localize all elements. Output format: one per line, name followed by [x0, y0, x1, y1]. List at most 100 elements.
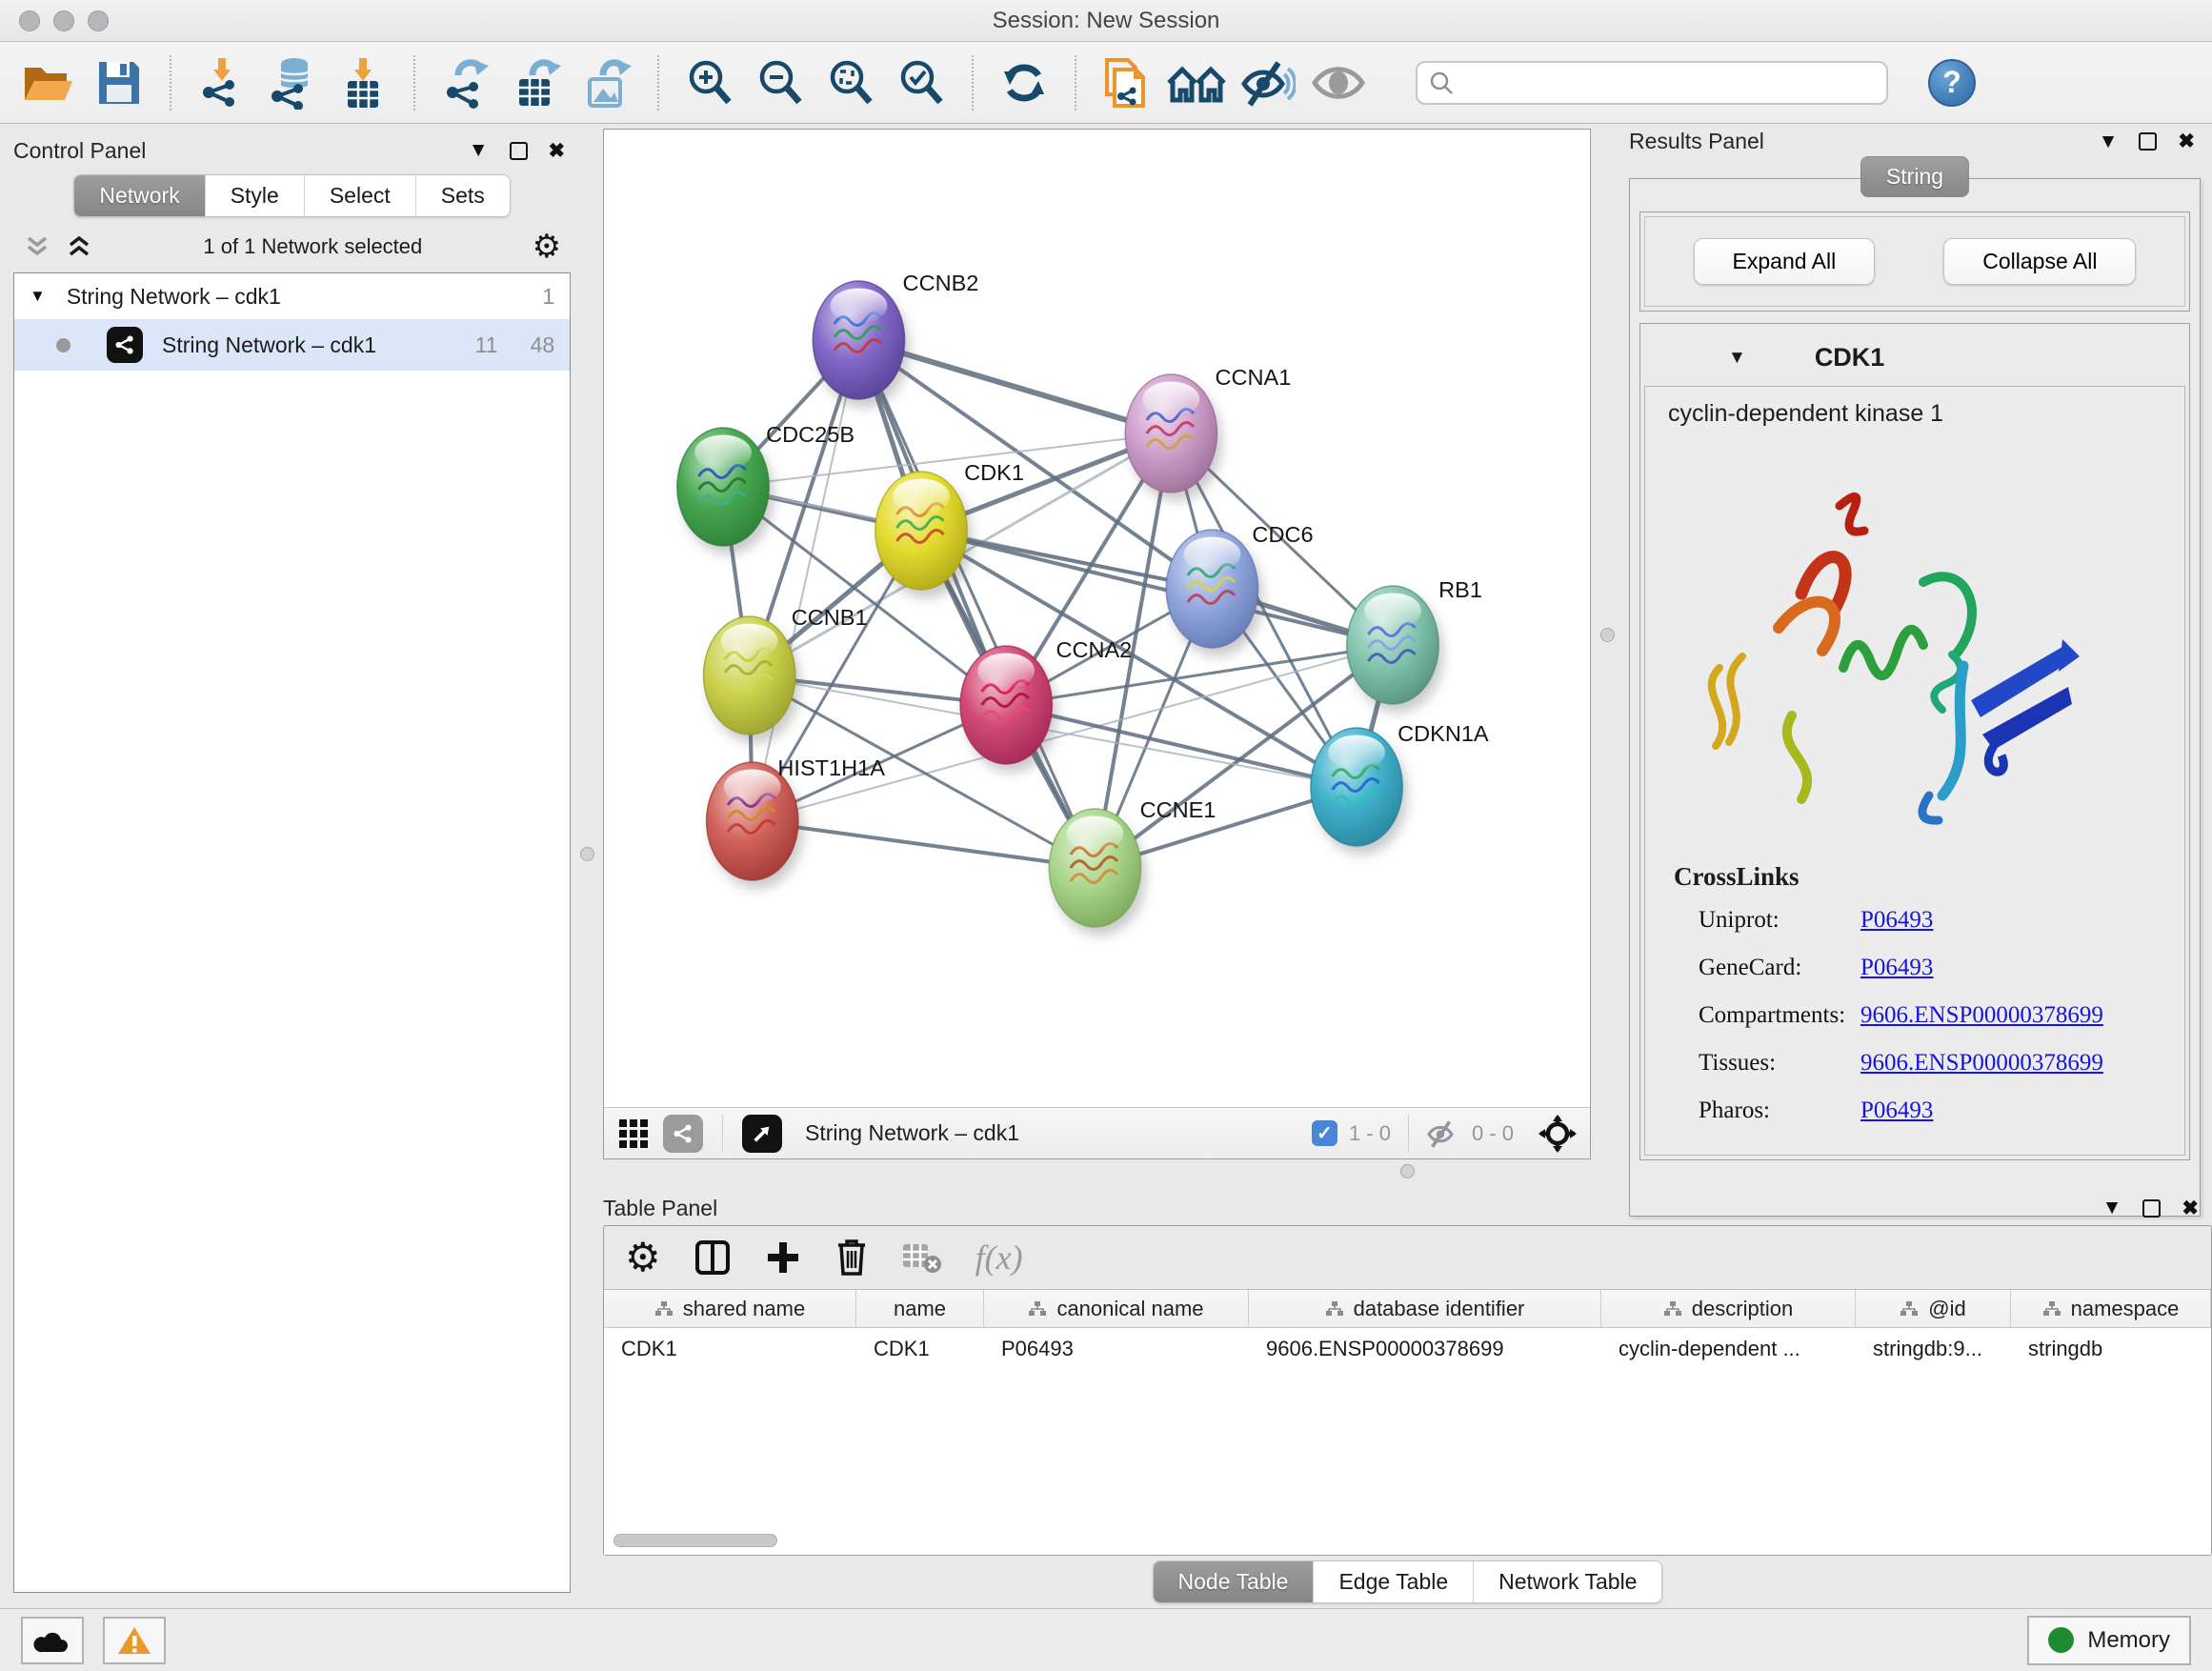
column-header-canonical-name[interactable]: canonical name — [984, 1290, 1249, 1327]
string-home-button[interactable] — [1166, 50, 1229, 115]
tab-network-table[interactable]: Network Table — [1474, 1561, 1661, 1602]
splitter-handle[interactable] — [1600, 628, 1615, 642]
selected-checkbox-icon[interactable]: ✓ — [1312, 1120, 1337, 1146]
import-network-database-button[interactable] — [261, 50, 324, 115]
column-header-shared-name[interactable]: shared name — [604, 1290, 856, 1327]
memory-button[interactable]: Memory — [2027, 1616, 2191, 1665]
crosslink-value[interactable]: P06493 — [1860, 907, 1933, 934]
warnings-button[interactable] — [103, 1617, 166, 1664]
cloud-button[interactable] — [21, 1617, 84, 1664]
network-node-CDC25B[interactable]: CDC25B — [677, 422, 855, 554]
export-network-button[interactable] — [434, 50, 497, 115]
refresh-button[interactable] — [993, 50, 1056, 115]
network-node-CDC6[interactable]: CDC6 — [1166, 522, 1313, 656]
network-row-selected[interactable]: String Network – cdk1 11 48 — [14, 319, 570, 371]
right-splitter[interactable] — [1591, 129, 1623, 1159]
panel-close-icon[interactable]: ✖ — [549, 139, 566, 163]
splitter-handle[interactable] — [1400, 1164, 1415, 1178]
column-header-namespace[interactable]: namespace — [2011, 1290, 2211, 1327]
network-node-CCNA2[interactable]: CCNA2 — [960, 637, 1132, 773]
panel-float-icon[interactable] — [510, 142, 528, 160]
panel-close-icon[interactable]: ✖ — [2178, 130, 2195, 153]
network-node-CCNB1[interactable]: CCNB1 — [704, 605, 868, 743]
hide-selected-button[interactable] — [1237, 50, 1299, 115]
gear-icon[interactable]: ⚙ — [533, 231, 561, 263]
network-edge[interactable] — [753, 645, 1393, 821]
table-row[interactable]: CDK1CDK1P064939606.ENSP00000378699cyclin… — [604, 1328, 2211, 1370]
save-session-button[interactable] — [88, 50, 151, 115]
crosslink-value[interactable]: P06493 — [1860, 1097, 1933, 1124]
panel-float-icon[interactable] — [2139, 132, 2157, 151]
column-header-@id[interactable]: @id — [1856, 1290, 2011, 1327]
panel-menu-icon[interactable]: ▼ — [2099, 131, 2119, 153]
collapse-all-icon[interactable] — [23, 234, 51, 259]
zoom-in-button[interactable] — [678, 50, 741, 115]
column-header-name[interactable]: name — [856, 1290, 984, 1327]
network-graph: CCNB2CCNA1CDC25BCDK1CDC6RB1CCNB1CCNA2CDK… — [604, 130, 1590, 1107]
import-table-button[interactable] — [332, 50, 394, 115]
main-toolbar: ? — [0, 42, 2212, 124]
panel-menu-icon[interactable]: ▼ — [2102, 1197, 2122, 1219]
add-column-icon[interactable] — [764, 1238, 802, 1277]
network-node-CDKN1A[interactable]: CDKN1A — [1311, 721, 1489, 855]
network-collection-row[interactable]: ▼ String Network – cdk1 1 — [14, 273, 570, 319]
entry-collapse-icon[interactable]: ▼ — [1728, 348, 1746, 369]
left-splitter[interactable] — [571, 125, 603, 1608]
horizontal-scrollbar[interactable] — [613, 1534, 777, 1547]
tab-network[interactable]: Network — [74, 175, 205, 216]
zoom-selected-button[interactable] — [890, 50, 953, 115]
network-edge[interactable] — [753, 821, 1096, 868]
birdseye-icon[interactable] — [1538, 1115, 1577, 1153]
expand-all-button[interactable]: Expand All — [1694, 238, 1876, 285]
tab-select[interactable]: Select — [305, 175, 416, 216]
network-node-HIST1H1A[interactable]: HIST1H1A — [707, 755, 886, 889]
search-input[interactable] — [1463, 70, 1875, 95]
cloud-icon — [33, 1627, 71, 1654]
tab-style[interactable]: Style — [206, 175, 305, 216]
crosslink-value[interactable]: P06493 — [1860, 955, 1933, 981]
panel-menu-icon[interactable]: ▼ — [469, 139, 489, 162]
export-table-button[interactable] — [505, 50, 568, 115]
toolbar-search[interactable] — [1416, 61, 1888, 105]
column-header-database-identifier[interactable]: database identifier — [1249, 1290, 1601, 1327]
tab-edge-table[interactable]: Edge Table — [1314, 1561, 1474, 1602]
collapse-all-button[interactable]: Collapse All — [1943, 238, 2136, 285]
export-image-button[interactable] — [575, 50, 638, 115]
network-node-CCNA1[interactable]: CCNA1 — [1125, 365, 1291, 501]
tab-string[interactable]: String — [1860, 156, 1969, 197]
import-network-file-button[interactable] — [191, 50, 253, 115]
column-header-description[interactable]: description — [1601, 1290, 1856, 1327]
results-panel: Results Panel ▼ ✖ String Expand All Col — [1623, 129, 2212, 1159]
expand-all-icon[interactable] — [65, 234, 93, 259]
network-node-RB1[interactable]: RB1 — [1347, 577, 1482, 713]
network-node-CCNE1[interactable]: CCNE1 — [1049, 797, 1216, 936]
zoom-fit-button[interactable] — [819, 50, 882, 115]
show-all-button[interactable] — [1307, 50, 1370, 115]
show-columns-icon[interactable] — [694, 1238, 732, 1277]
horizontal-splitter[interactable] — [603, 1159, 2212, 1183]
delete-table-icon[interactable] — [901, 1240, 943, 1275]
splitter-handle[interactable] — [580, 847, 594, 861]
crosslink-value[interactable]: 9606.ENSP00000378699 — [1860, 1002, 2103, 1029]
network-node-CCNB2[interactable]: CCNB2 — [813, 271, 978, 408]
tab-sets[interactable]: Sets — [416, 175, 510, 216]
table-settings-icon[interactable]: ⚙ — [625, 1238, 661, 1278]
crosslink-value[interactable]: 9606.ENSP00000378699 — [1860, 1050, 2103, 1077]
clone-network-button[interactable] — [1096, 50, 1158, 115]
network-edge[interactable] — [858, 340, 1095, 868]
network-canvas[interactable]: CCNB2CCNA1CDC25BCDK1CDC6RB1CCNB1CCNA2CDK… — [604, 130, 1590, 1107]
panel-float-icon[interactable] — [2142, 1199, 2161, 1218]
help-button[interactable]: ? — [1928, 59, 1976, 107]
open-session-button[interactable] — [17, 50, 80, 115]
tree-expand-icon[interactable]: ▼ — [30, 287, 46, 306]
detach-view-icon[interactable] — [742, 1115, 782, 1153]
network-view: CCNB2CCNA1CDC25BCDK1CDC6RB1CCNB1CCNA2CDK… — [603, 129, 1591, 1159]
zoom-out-button[interactable] — [749, 50, 812, 115]
grid-view-icon[interactable] — [617, 1117, 650, 1150]
function-builder-icon[interactable]: f(x) — [975, 1238, 1023, 1278]
network-badge-icon[interactable] — [663, 1115, 703, 1153]
control-panel-title: Control Panel — [13, 138, 469, 164]
tab-node-table[interactable]: Node Table — [1154, 1561, 1315, 1602]
panel-close-icon[interactable]: ✖ — [2182, 1197, 2199, 1220]
delete-column-icon[interactable] — [835, 1238, 869, 1278]
